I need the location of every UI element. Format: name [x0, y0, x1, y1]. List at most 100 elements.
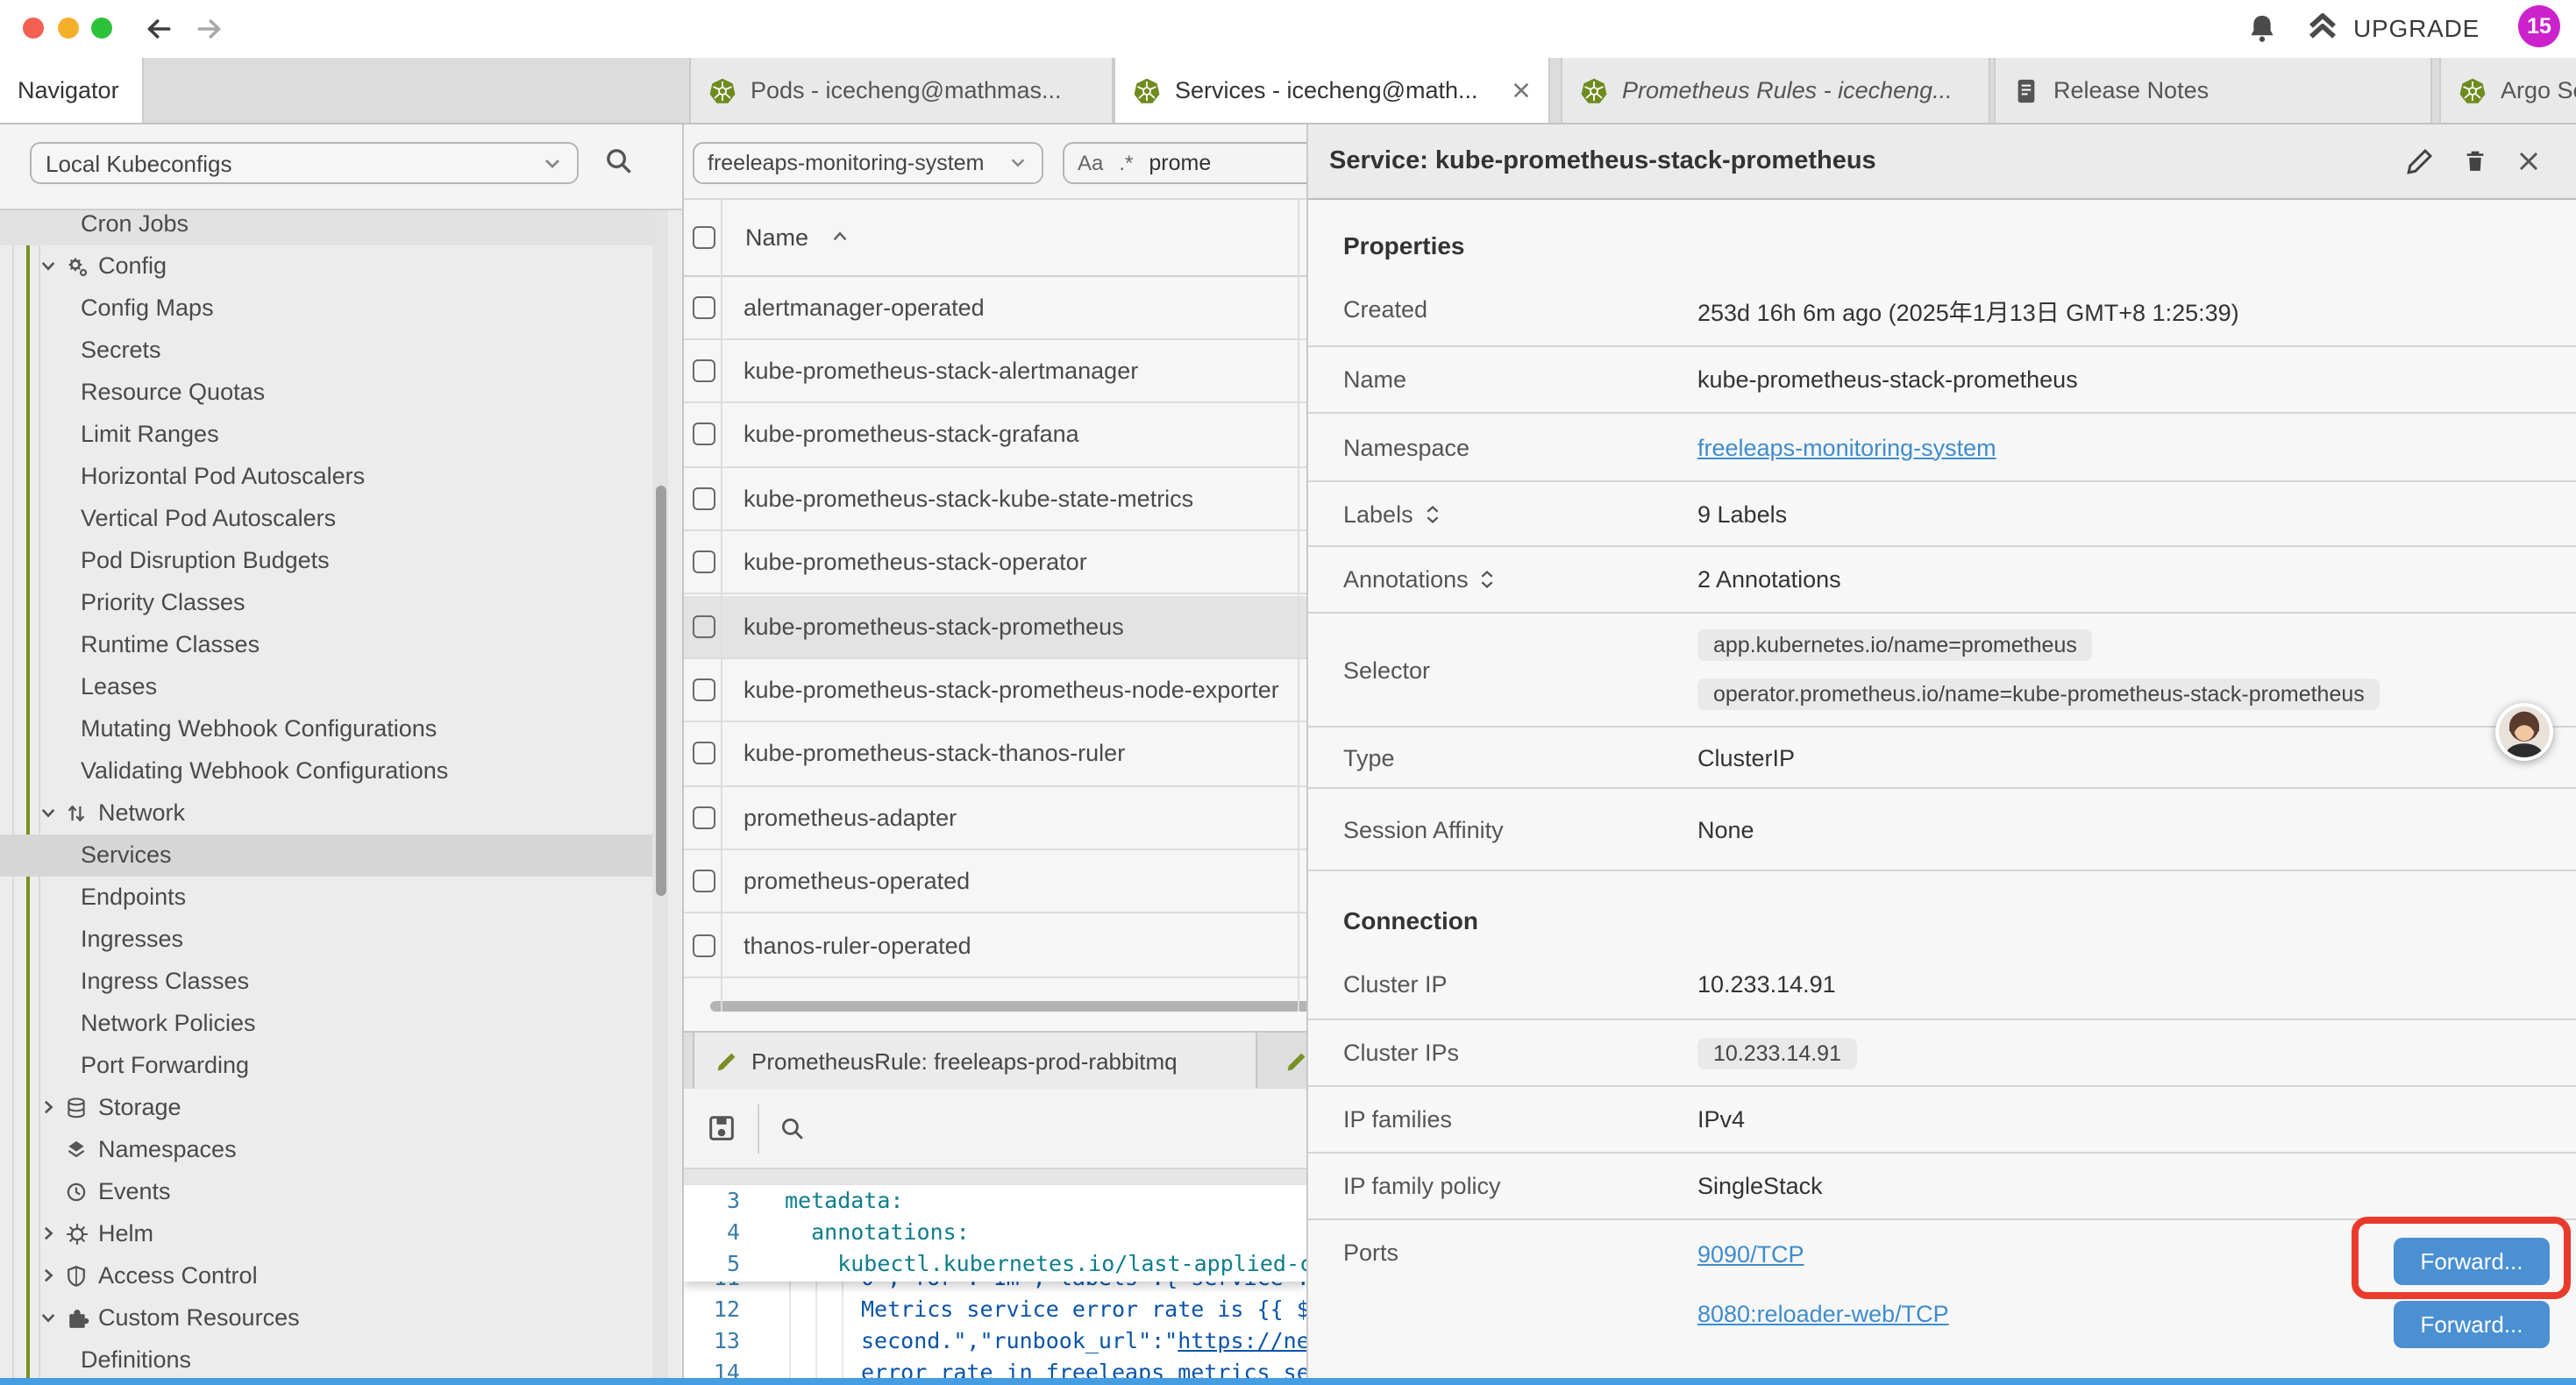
match-case-toggle[interactable]: Aa — [1078, 150, 1103, 174]
close-icon[interactable] — [2516, 149, 2541, 174]
scrollbar-thumb[interactable] — [655, 486, 665, 896]
expand-updown-icon[interactable] — [1424, 502, 1441, 525]
row-checkbox[interactable] — [693, 551, 715, 574]
back-icon[interactable] — [144, 14, 174, 44]
sidebar-item-ingresses[interactable]: Ingresses — [0, 918, 652, 960]
yaml-editor[interactable]: 11 0","for":"1m","labels":{"service":"f … — [684, 1185, 1306, 1378]
row-checkbox[interactable] — [693, 870, 715, 893]
table-row[interactable]: prometheus-operated — [684, 850, 1306, 914]
select-all-checkbox[interactable] — [693, 226, 715, 249]
row-checkbox[interactable] — [693, 742, 715, 765]
sidebar-group-helm[interactable]: Helm — [0, 1212, 652, 1254]
sidebar-group-config[interactable]: Config — [0, 245, 652, 287]
table-row[interactable]: kube-prometheus-stack-prometheus-node-ex… — [684, 659, 1306, 723]
save-icon[interactable] — [707, 1113, 737, 1143]
chevron-right-icon[interactable] — [39, 1097, 58, 1117]
sidebar-item-leases[interactable]: Leases — [0, 665, 652, 707]
delete-trash-icon[interactable] — [2462, 147, 2488, 175]
sidebar-group-events[interactable]: Events — [0, 1170, 652, 1212]
table-row[interactable]: kube-prometheus-stack-alertmanager — [684, 340, 1306, 404]
tab-release-notes[interactable]: Release Notes — [1994, 58, 2432, 123]
row-checkbox[interactable] — [693, 806, 715, 829]
port-link-9090[interactable]: 9090/TCP — [1697, 1241, 1949, 1268]
search-icon[interactable] — [603, 146, 635, 177]
sidebar-item-resource-quotas[interactable]: Resource Quotas — [0, 371, 652, 413]
tab-argo[interactable]: Argo Se — [2439, 58, 2576, 123]
horizontal-scrollbar-thumb[interactable] — [710, 1001, 1306, 1012]
notifications-bell-icon[interactable] — [2246, 12, 2278, 46]
namespace-selector[interactable]: freeleaps-monitoring-system — [692, 141, 1042, 183]
sidebar-item-port-forwarding[interactable]: Port Forwarding — [0, 1044, 652, 1086]
table-row[interactable]: kube-prometheus-stack-kube-state-metrics — [684, 467, 1306, 531]
row-checkbox[interactable] — [693, 359, 715, 382]
table-row[interactable]: thanos-ruler-operated — [684, 914, 1306, 978]
sidebar-item-horizontal-pod-autoscalers[interactable]: Horizontal Pod Autoscalers — [0, 455, 652, 497]
sidebar-item-cron-jobs[interactable]: Cron Jobs — [0, 210, 652, 245]
sidebar-item-runtime-classes[interactable]: Runtime Classes — [0, 623, 652, 665]
forward-icon[interactable] — [195, 14, 224, 44]
property-row-cluster-ip: Cluster IP 10.233.14.91 — [1308, 948, 2576, 1020]
row-checkbox[interactable] — [693, 614, 715, 637]
table-row[interactable]: kube-prometheus-stack-grafana — [684, 404, 1306, 468]
window-zoom-button[interactable] — [91, 18, 112, 39]
editor-tab-partial[interactable] — [1277, 1033, 1306, 1090]
chevron-down-icon[interactable] — [39, 1308, 58, 1327]
table-row[interactable]: alertmanager-operated — [684, 276, 1306, 340]
table-row[interactable]: prometheus-adapter — [684, 786, 1306, 850]
window-minimize-button[interactable] — [58, 18, 79, 39]
sidebar-item-network-policies[interactable]: Network Policies — [0, 1002, 652, 1044]
sidebar-group-storage[interactable]: Storage — [0, 1086, 652, 1128]
editor-search-icon[interactable] — [779, 1114, 807, 1142]
sidebar-item-limit-ranges[interactable]: Limit Ranges — [0, 413, 652, 455]
notification-count-badge[interactable]: 15 — [2518, 5, 2560, 47]
sidebar-group-namespaces[interactable]: Namespaces — [0, 1128, 652, 1170]
table-row-selected[interactable]: kube-prometheus-stack-prometheus — [684, 595, 1306, 659]
sidebar-group-network[interactable]: Network — [0, 792, 652, 834]
editor-tab-prometheusrule[interactable]: PrometheusRule: freeleaps-prod-rabbitmq — [692, 1033, 1257, 1090]
row-checkbox[interactable] — [693, 678, 715, 701]
tab-prometheus-rules[interactable]: Prometheus Rules - icecheng... — [1561, 58, 1990, 123]
tab-pods[interactable]: Pods - icecheng@mathmas... — [689, 58, 1114, 123]
port-link-8080[interactable]: 8080:reloader-web/TCP — [1697, 1301, 1949, 1327]
search-input[interactable]: Aa .* prome — [1062, 141, 1306, 183]
tab-services[interactable]: Services - icecheng@math... — [1114, 58, 1550, 123]
chevron-right-icon[interactable] — [39, 1266, 58, 1285]
forward-button[interactable]: Forward... — [2394, 1238, 2550, 1285]
sidebar-item-vertical-pod-autoscalers[interactable]: Vertical Pod Autoscalers — [0, 497, 652, 539]
close-tab-icon[interactable] — [1512, 81, 1531, 100]
expand-updown-icon[interactable] — [1479, 568, 1497, 591]
row-checkbox[interactable] — [693, 487, 715, 510]
tab-navigator[interactable]: Navigator — [0, 58, 144, 123]
sidebar-group-custom-resources[interactable]: Custom Resources — [0, 1296, 652, 1339]
kubeconfig-selector[interactable]: Local Kubeconfigs — [30, 142, 579, 184]
sidebar-item-ingress-classes[interactable]: Ingress Classes — [0, 960, 652, 1002]
edit-pencil-icon[interactable] — [2406, 147, 2434, 175]
upgrade-button[interactable]: UPGRADE — [2306, 11, 2480, 44]
sidebar-item-mutating-webhook-configurations[interactable]: Mutating Webhook Configurations — [0, 707, 652, 749]
sidebar-group-access-control[interactable]: Access Control — [0, 1254, 652, 1296]
name-column-header[interactable]: Name — [745, 224, 808, 251]
row-checkbox[interactable] — [693, 934, 715, 956]
runbook-url-link[interactable]: https://netdata.freeleaps.com — [1178, 1327, 1306, 1353]
sidebar-item-endpoints[interactable]: Endpoints — [0, 876, 652, 918]
chevron-down-icon[interactable] — [39, 256, 58, 275]
sidebar-item-secrets[interactable]: Secrets — [0, 329, 652, 371]
namespace-link[interactable]: freeleaps-monitoring-system — [1697, 434, 1996, 460]
chevron-right-icon[interactable] — [39, 1224, 58, 1243]
table-row[interactable]: kube-prometheus-stack-thanos-ruler — [684, 723, 1306, 787]
row-checkbox[interactable] — [693, 423, 715, 446]
sort-ascending-icon[interactable] — [829, 227, 850, 248]
window-close-button[interactable] — [23, 18, 44, 39]
avatar[interactable] — [2495, 703, 2553, 761]
table-row[interactable]: kube-prometheus-stack-operator — [684, 531, 1306, 595]
regex-toggle[interactable]: .* — [1119, 150, 1133, 174]
sidebar-item-validating-webhook-configurations[interactable]: Validating Webhook Configurations — [0, 749, 652, 792]
row-checkbox[interactable] — [693, 295, 715, 318]
sidebar-item-config-maps[interactable]: Config Maps — [0, 287, 652, 329]
forward-button[interactable]: Forward... — [2394, 1300, 2550, 1347]
chevron-down-icon[interactable] — [39, 803, 58, 822]
sidebar-item-services[interactable]: Services — [0, 834, 652, 876]
sidebar-item-pod-disruption-budgets[interactable]: Pod Disruption Budgets — [0, 539, 652, 581]
sidebar-item-priority-classes[interactable]: Priority Classes — [0, 581, 652, 623]
sidebar-item-definitions[interactable]: Definitions — [0, 1339, 652, 1378]
